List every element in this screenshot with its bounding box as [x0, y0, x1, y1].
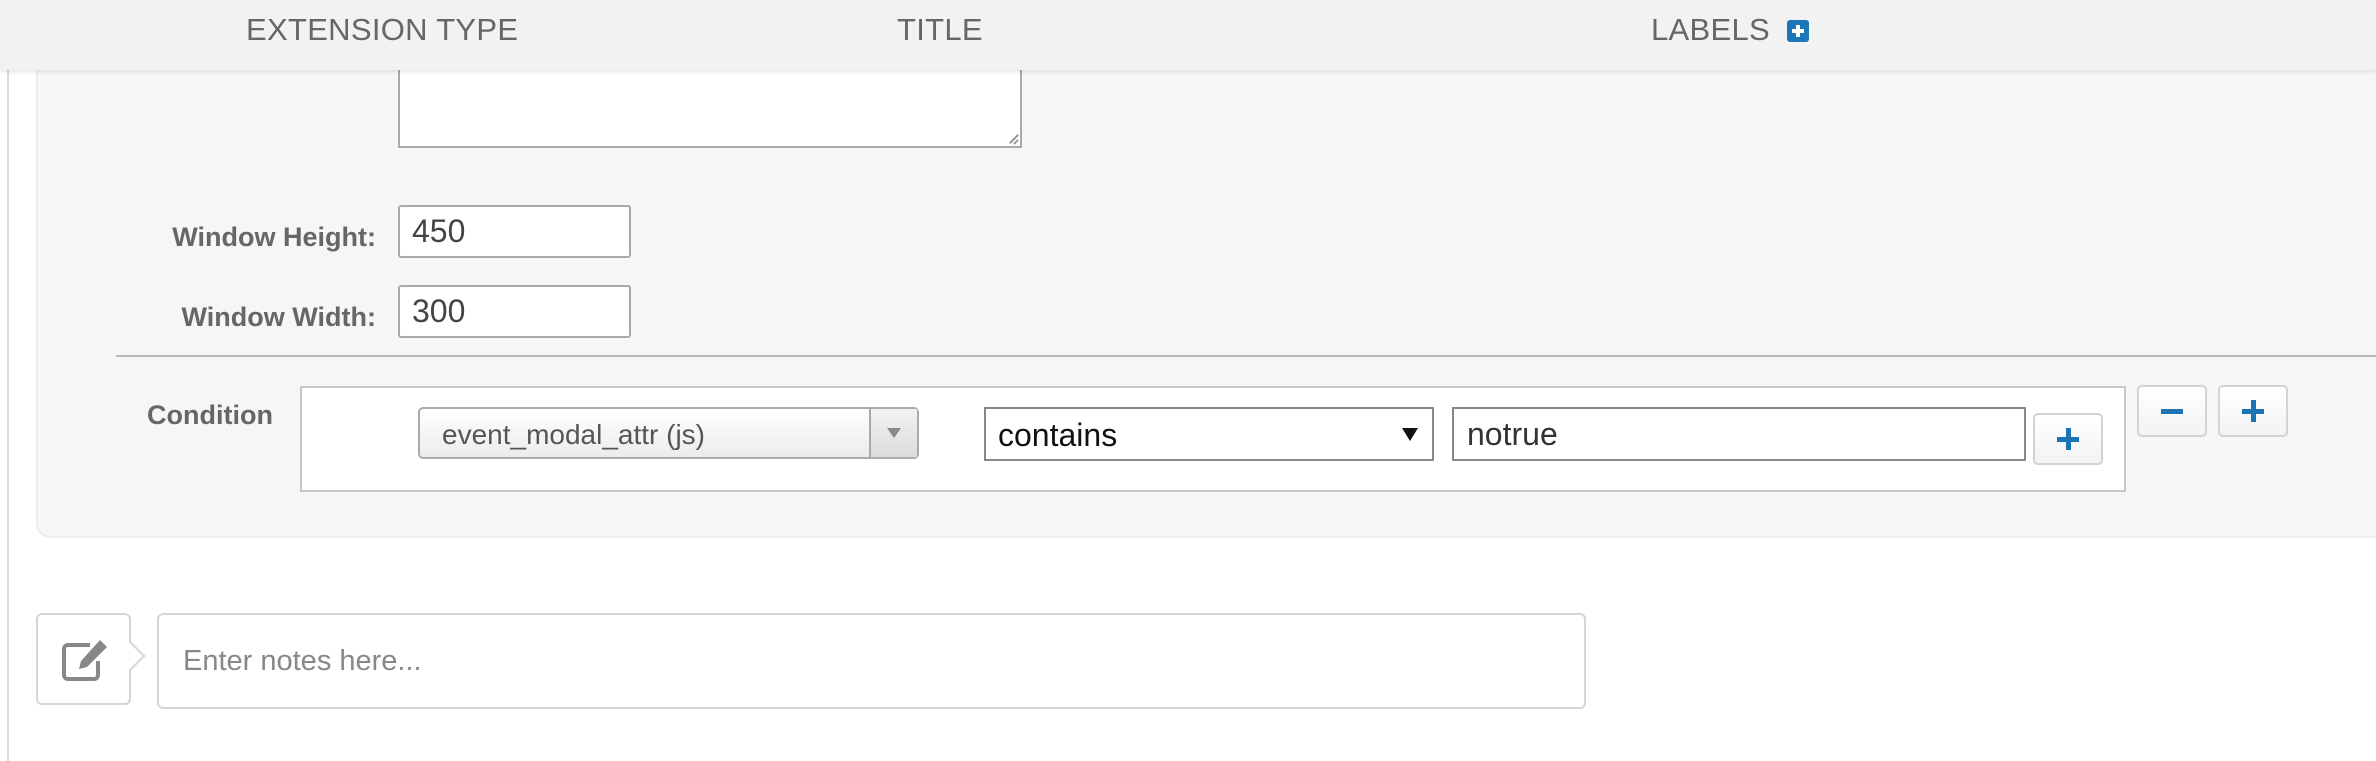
notes-input[interactable] [157, 613, 1586, 709]
column-header-extension-type[interactable]: EXTENSION TYPE [246, 12, 518, 48]
resize-grip-icon[interactable] [1008, 134, 1018, 144]
window-height-label: Window Height: [172, 222, 376, 252]
edit-icon [62, 640, 107, 681]
remove-condition-group-button[interactable] [2137, 385, 2207, 437]
condition-variable-combobox[interactable]: event_modal_attr (js) [418, 407, 919, 459]
condition-label: Condition [147, 400, 273, 430]
notes-icon-box [36, 613, 131, 705]
condition-value-input[interactable]: notrue [1452, 407, 2026, 461]
select-dropdown-arrow-icon [1402, 428, 1418, 441]
add-condition-button[interactable] [2033, 413, 2103, 465]
left-border-line [7, 70, 9, 761]
column-header-title[interactable]: TITLE [897, 12, 983, 48]
condition-operator-value: contains [998, 417, 1118, 453]
add-condition-group-button[interactable] [2218, 385, 2288, 437]
combobox-dropdown-arrow-icon[interactable] [869, 409, 917, 457]
section-divider [116, 355, 2376, 357]
column-header-labels[interactable]: LABELS [1651, 12, 1770, 48]
add-label-plus-square-icon[interactable] [1787, 20, 1809, 42]
condition-variable-value: event_modal_attr (js) [442, 419, 706, 450]
window-height-input[interactable]: 450 [398, 205, 631, 258]
table-header: EXTENSION TYPE TITLE LABELS [0, 0, 2376, 70]
extension-textarea[interactable] [398, 64, 1022, 148]
condition-operator-select[interactable]: contains [984, 407, 1434, 461]
window-width-label: Window Width: [181, 302, 376, 332]
window-width-input[interactable]: 300 [398, 285, 631, 338]
